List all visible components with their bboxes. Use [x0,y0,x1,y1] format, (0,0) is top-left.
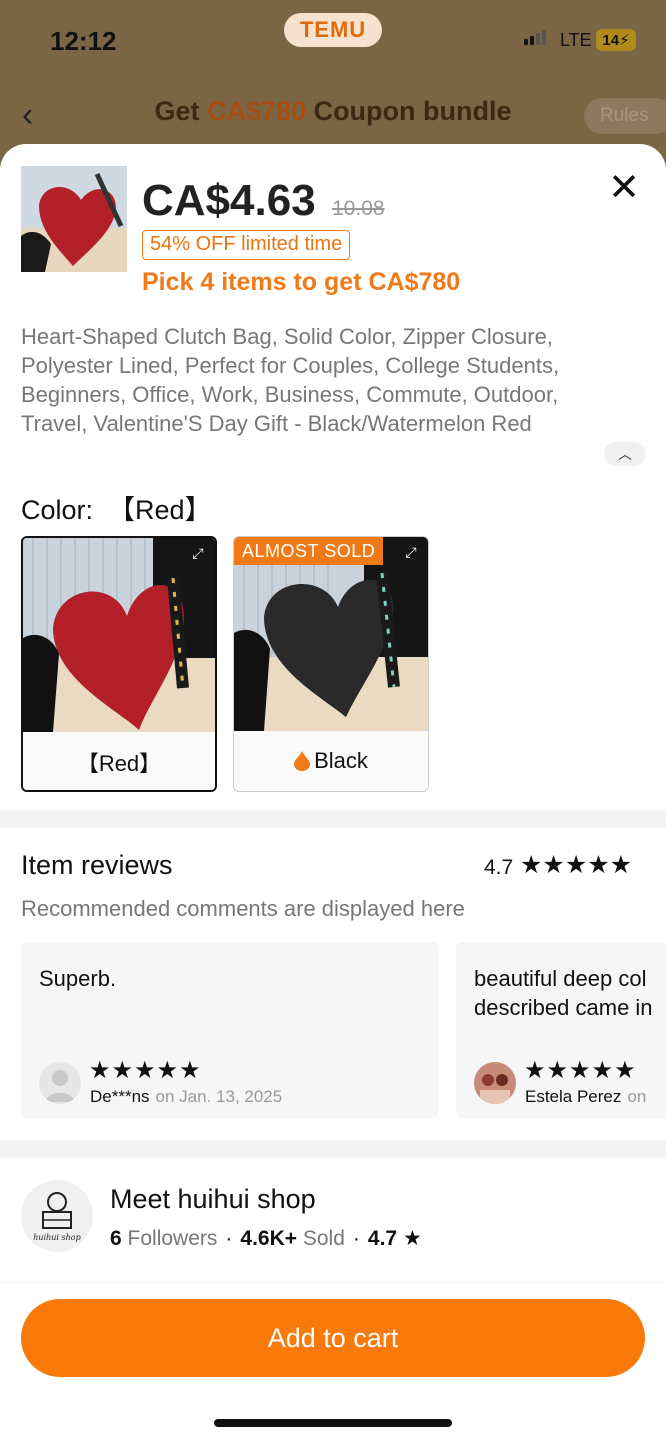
battery-level: 14 [602,31,620,49]
avatar [474,1062,516,1104]
title-accent: CA$780 [207,96,307,126]
review-author-name: De***ns [90,1087,150,1106]
shop-name[interactable]: Meet huihui shop [110,1184,316,1215]
close-icon[interactable]: ✕ [604,168,644,208]
review-stars: ★★★★★ [524,1057,637,1084]
reviews-subtitle: Recommended comments are displayed here [21,896,465,921]
bottom-bar: Add to cart [0,1282,666,1440]
variant-black-text: Black [314,748,368,773]
review-card[interactable]: Superb. ★★★★★ De***ns on Jan. 13, 2025 [21,942,438,1118]
network-label: LTE [560,30,592,50]
review-text: beautiful deep col described came in [474,966,653,1020]
star-icon: ★ [402,1227,422,1250]
add-to-cart-button[interactable]: Add to cart [21,1299,645,1377]
avatar [39,1062,81,1104]
color-label-text: Color: [21,495,94,525]
review-author: De***ns on Jan. 13, 2025 [90,1087,282,1107]
almost-sold-badge: ALMOST SOLD [234,537,384,565]
flame-icon [294,751,311,771]
background-title: Get CA$780 Coupon bundle [0,96,666,127]
shop-rating: 4.7 [367,1227,398,1250]
review-text: Superb. [39,966,117,991]
product-thumbnail [21,166,127,272]
shop-stats: 6 Followers · 4.6K+ Sold · 4.7 ★ [110,1227,422,1250]
review-author: Estela Perez on [525,1087,646,1107]
color-label: Color: 【Red】 [21,488,212,527]
review-date: on [627,1087,647,1106]
title-suffix: Coupon bundle [306,96,512,126]
variant-red-image: ⤢ [23,538,215,732]
sold-label: Sold [302,1227,345,1250]
discount-tag: 54% OFF limited time [142,230,351,260]
variant-red[interactable]: ⤢ 【Red】 [21,536,217,792]
reviews-title: Item reviews [21,850,173,880]
review-card[interactable]: beautiful deep col described came in ★★★… [456,942,666,1118]
variant-black-image: ALMOST SOLD ⤢ [234,537,428,731]
temu-badge: TEMU [284,13,382,47]
home-indicator [214,1419,452,1427]
section-divider [0,810,666,828]
reviews-rating: 4.7 [484,856,514,879]
status-bar: 12:12 TEMU LTE 14 ⚡ [0,0,666,80]
shop-logo-text: huihui shop [33,1233,80,1242]
battery-icon: 14 ⚡ [596,29,636,51]
title-prefix: Get [154,96,207,126]
color-selected: 【Red】 [108,495,212,525]
original-price: 10.08 [332,197,385,220]
collapse-icon[interactable]: ︿ [604,442,646,466]
status-time: 12:12 [50,26,117,56]
review-author-name: Estela Perez [525,1087,622,1106]
review-stars: ★★★★★ [89,1057,202,1084]
expand-icon[interactable]: ⤢ [402,543,420,561]
rules-button[interactable]: Rules [584,98,666,134]
review-date: on Jan. 13, 2025 [155,1087,283,1106]
variant-black-label: Black [234,731,428,791]
background-nav: ‹ Get CA$780 Coupon bundle Rules [0,90,666,140]
reviews-stars[interactable]: ★★★★★ [520,850,632,880]
product-sheet: CA$4.63 10.08 ✕ 54% OFF limited time Pic… [0,144,666,1440]
sold-count: 4.6K+ [240,1227,298,1250]
variant-black[interactable]: ALMOST SOLD ⤢ Black [233,536,429,792]
price: CA$4.63 [142,176,316,225]
followers-count: 6 [110,1227,122,1250]
shop-logo[interactable]: huihui shop [21,1180,93,1252]
product-title: Heart-Shaped Clutch Bag, Solid Color, Zi… [21,324,560,436]
signal-icon [524,30,546,45]
variant-red-label: 【Red】 [23,732,215,790]
followers-label: Followers [127,1227,218,1250]
section-divider [0,1140,666,1158]
promo-text: Pick 4 items to get CA$780 [142,268,461,296]
expand-icon[interactable]: ⤢ [189,544,207,562]
